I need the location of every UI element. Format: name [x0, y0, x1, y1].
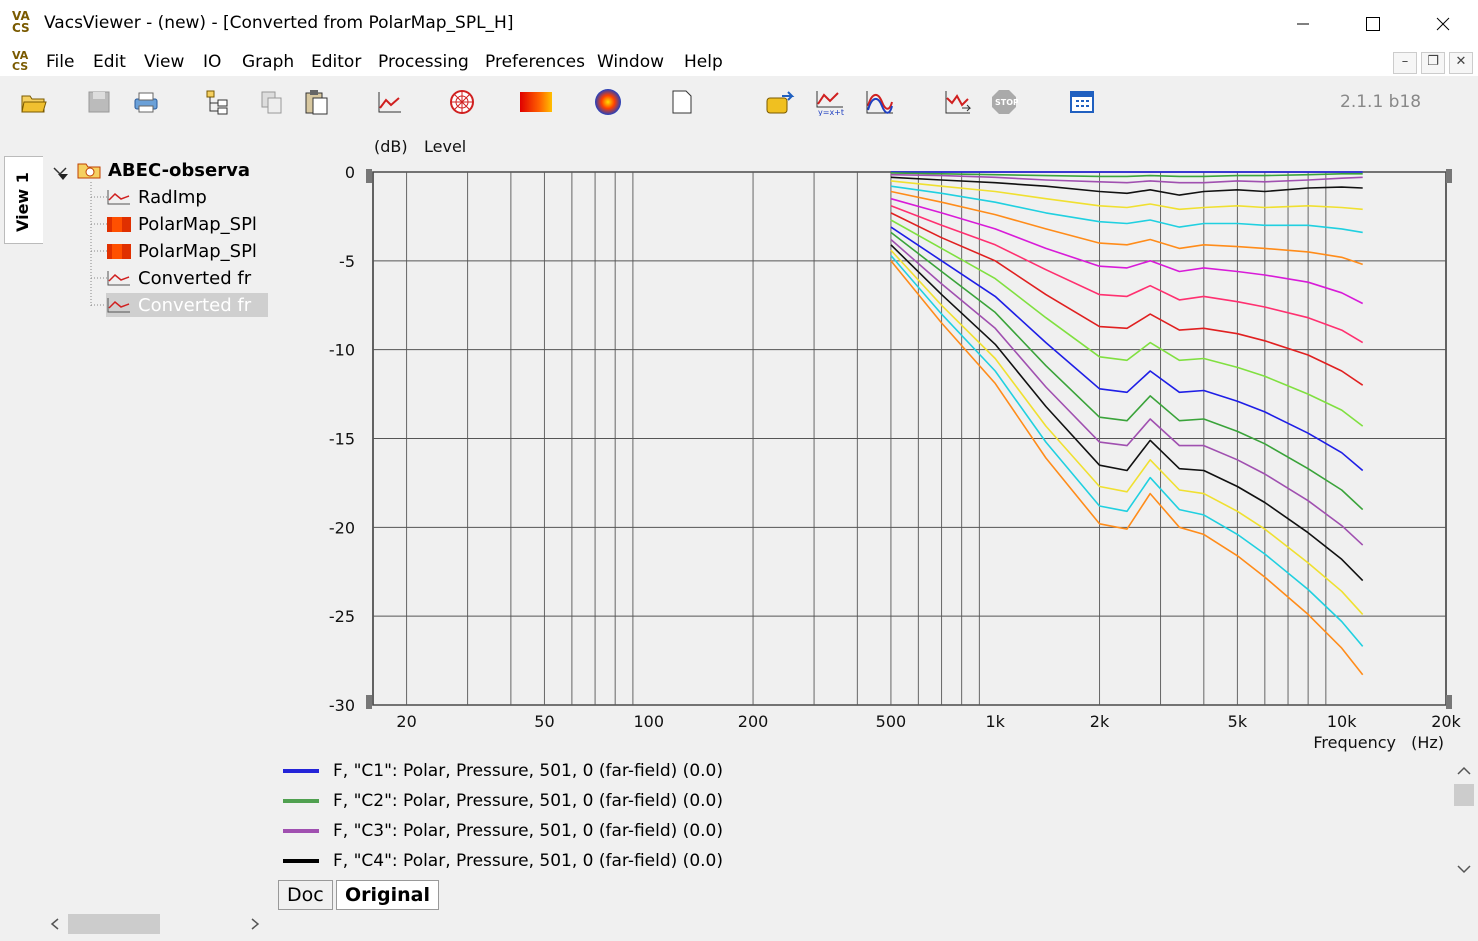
- x-axis-unit: (Hz): [1411, 733, 1444, 752]
- axis-limit-marker: [366, 695, 372, 709]
- legend-swatch: [283, 769, 319, 773]
- x-tick-label: 50: [534, 712, 554, 731]
- x-tick-label: 2k: [1090, 712, 1110, 731]
- y-tick-label: -20: [329, 518, 355, 537]
- legend-entry[interactable]: F, "C2": Polar, Pressure, 501, 0 (far-fi…: [278, 789, 723, 813]
- legend-scrollbar[interactable]: [1452, 758, 1476, 882]
- x-tick-label: 500: [876, 712, 907, 731]
- x-tick-label: 100: [633, 712, 664, 731]
- x-axis-label: Frequency: [1313, 733, 1396, 752]
- legend-entry[interactable]: F, "C1": Polar, Pressure, 501, 0 (far-fi…: [278, 759, 723, 783]
- x-tick-label: 1k: [985, 712, 1005, 731]
- y-tick-label: -15: [329, 430, 355, 449]
- x-tick-label: 5k: [1228, 712, 1248, 731]
- x-tick-label: 20: [396, 712, 416, 731]
- legend-entry[interactable]: F, "C4": Polar, Pressure, 501, 0 (far-fi…: [278, 849, 723, 873]
- legend-label: F, "C2": Polar, Pressure, 501, 0 (far-fi…: [333, 791, 723, 811]
- y-axis-label: Level: [424, 137, 466, 156]
- legend: F, "C1": Polar, Pressure, 501, 0 (far-fi…: [278, 756, 1448, 878]
- tab-doc[interactable]: Doc: [278, 880, 333, 910]
- axis-limit-marker: [366, 169, 372, 183]
- frequency-response-chart: 0 -5 -10 -15 -20 -25 -30 20 50 100 200 500 1k 2k 5k 10k…: [329, 137, 1462, 752]
- tab-original[interactable]: Original: [336, 880, 440, 910]
- y-tick-label: 0: [345, 163, 355, 182]
- y-tick-label: -30: [329, 696, 355, 715]
- x-tick-label: 10k: [1327, 712, 1357, 731]
- legend-label: F, "C3": Polar, Pressure, 501, 0 (far-fi…: [333, 821, 723, 841]
- legend-entry[interactable]: F, "C3": Polar, Pressure, 501, 0 (far-fi…: [278, 819, 723, 843]
- axis-limit-marker: [1446, 695, 1452, 709]
- legend-label: F, "C1": Polar, Pressure, 501, 0 (far-fi…: [333, 761, 723, 781]
- y-tick-label: -25: [329, 607, 355, 626]
- y-tick-label: -10: [329, 341, 355, 360]
- axis-limit-marker: [1446, 169, 1452, 183]
- legend-swatch: [283, 799, 319, 803]
- y-axis-unit: (dB): [374, 137, 408, 156]
- legend-label: F, "C4": Polar, Pressure, 501, 0 (far-fi…: [333, 851, 723, 871]
- y-tick-label: -5: [339, 252, 355, 271]
- x-tick-label: 200: [738, 712, 769, 731]
- tree-scrollbar[interactable]: [40, 912, 270, 936]
- legend-swatch: [283, 829, 319, 833]
- legend-swatch: [283, 859, 319, 863]
- x-tick-label: 20k: [1431, 712, 1461, 731]
